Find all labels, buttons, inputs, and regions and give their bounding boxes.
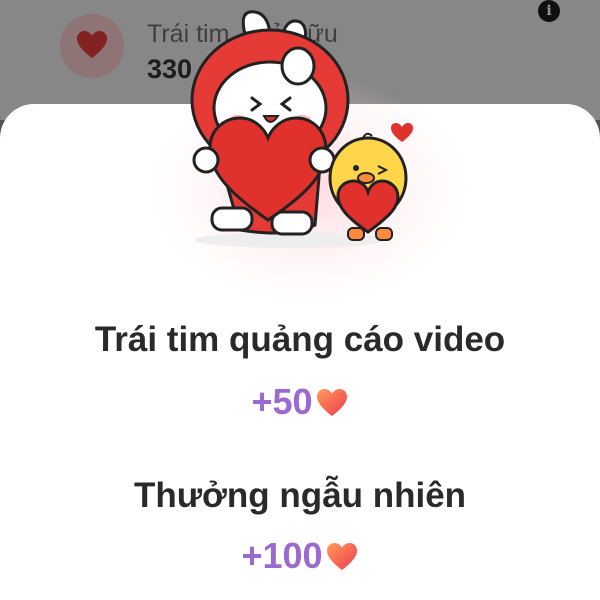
heart-icon: [326, 543, 357, 570]
reward-random-value: +100: [0, 535, 600, 577]
reward-random-label: Thưởng ngẫu nhiên: [133, 476, 467, 515]
screen: Trái timsở hữu 330 i: [0, 0, 600, 600]
mascot-illustration: [190, 10, 413, 248]
reward-video-ad-value: +50: [0, 381, 600, 423]
heart-icon: [316, 389, 347, 416]
reward-video-ad-label: Trái tim quảng cáo video: [94, 320, 506, 359]
